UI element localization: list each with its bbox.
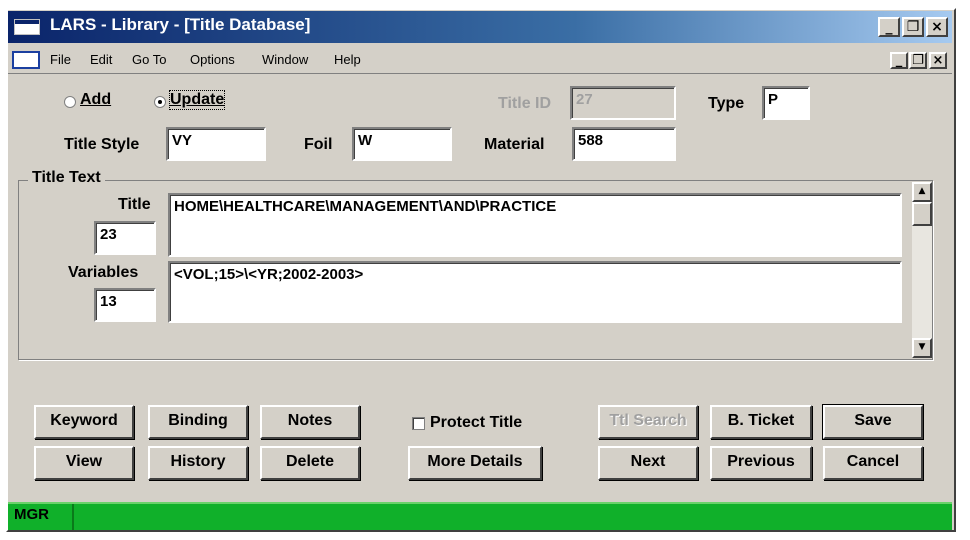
minimize-button[interactable]: _ bbox=[878, 17, 900, 37]
material-label: Material bbox=[484, 136, 545, 153]
delete-button[interactable]: Delete bbox=[260, 446, 360, 480]
ttl-search-button[interactable]: Ttl Search bbox=[598, 405, 698, 439]
add-label[interactable]: Add bbox=[80, 91, 111, 109]
variables-label: Variables bbox=[68, 264, 139, 281]
foil-label: Foil bbox=[304, 136, 333, 153]
title-style-field[interactable]: VY bbox=[166, 127, 266, 161]
child-close-button[interactable]: × bbox=[929, 52, 947, 69]
scroll-down-icon[interactable]: ▼ bbox=[912, 338, 932, 358]
status-user: MGR bbox=[14, 506, 49, 523]
more-details-button[interactable]: More Details bbox=[408, 446, 542, 480]
protect-title-label[interactable]: Protect Title bbox=[430, 414, 522, 432]
variables-count-field[interactable]: 13 bbox=[94, 288, 156, 322]
protect-title-checkbox[interactable] bbox=[412, 417, 425, 430]
binding-button[interactable]: Binding bbox=[148, 405, 248, 439]
foil-field[interactable]: W bbox=[352, 127, 452, 161]
add-radio[interactable] bbox=[64, 96, 76, 108]
menu-help[interactable]: Help bbox=[334, 52, 361, 67]
b-ticket-button[interactable]: B. Ticket bbox=[710, 405, 812, 439]
variables-textarea[interactable]: <VOL;15>\<YR;2002-2003> bbox=[168, 261, 902, 323]
menu-goto[interactable]: Go To bbox=[132, 52, 166, 67]
restore-button[interactable]: ❐ bbox=[902, 17, 924, 37]
scroll-thumb[interactable] bbox=[912, 202, 932, 226]
title-count-field[interactable]: 23 bbox=[94, 221, 156, 255]
scroll-up-icon[interactable]: ▲ bbox=[912, 182, 932, 202]
history-button[interactable]: History bbox=[148, 446, 248, 480]
status-bar bbox=[8, 502, 952, 530]
update-radio[interactable] bbox=[154, 96, 166, 108]
title-id-label: Title ID bbox=[498, 95, 552, 112]
title-id-field: 27 bbox=[570, 86, 676, 120]
child-minimize-button[interactable]: _ bbox=[890, 52, 908, 69]
app-icon bbox=[14, 19, 40, 35]
view-button[interactable]: View bbox=[34, 446, 134, 480]
document-icon[interactable] bbox=[12, 51, 40, 69]
title-textarea[interactable]: HOME\HEALTHCARE\MANAGEMENT\AND\PRACTICE bbox=[168, 193, 902, 257]
menu-edit[interactable]: Edit bbox=[90, 52, 112, 67]
type-label: Type bbox=[708, 95, 745, 112]
menu-options[interactable]: Options bbox=[190, 52, 235, 67]
child-restore-button[interactable]: ❐ bbox=[909, 52, 927, 69]
title-text-group-label: Title Text bbox=[28, 169, 105, 187]
next-button[interactable]: Next bbox=[598, 446, 698, 480]
menu-file[interactable]: File bbox=[50, 52, 71, 67]
title-style-label: Title Style bbox=[64, 136, 140, 153]
type-field[interactable]: P bbox=[762, 86, 810, 120]
material-field[interactable]: 588 bbox=[572, 127, 676, 161]
save-button[interactable]: Save bbox=[822, 404, 924, 440]
notes-button[interactable]: Notes bbox=[260, 405, 360, 439]
close-button[interactable]: × bbox=[926, 17, 948, 37]
window-title: LARS - Library - [Title Database] bbox=[50, 15, 311, 34]
menu-window[interactable]: Window bbox=[262, 52, 308, 67]
keyword-button[interactable]: Keyword bbox=[34, 405, 134, 439]
status-divider bbox=[72, 504, 74, 530]
title-label: Title bbox=[118, 196, 151, 213]
previous-button[interactable]: Previous bbox=[710, 446, 812, 480]
cancel-button[interactable]: Cancel bbox=[823, 446, 923, 480]
update-label[interactable]: Update bbox=[168, 90, 226, 110]
